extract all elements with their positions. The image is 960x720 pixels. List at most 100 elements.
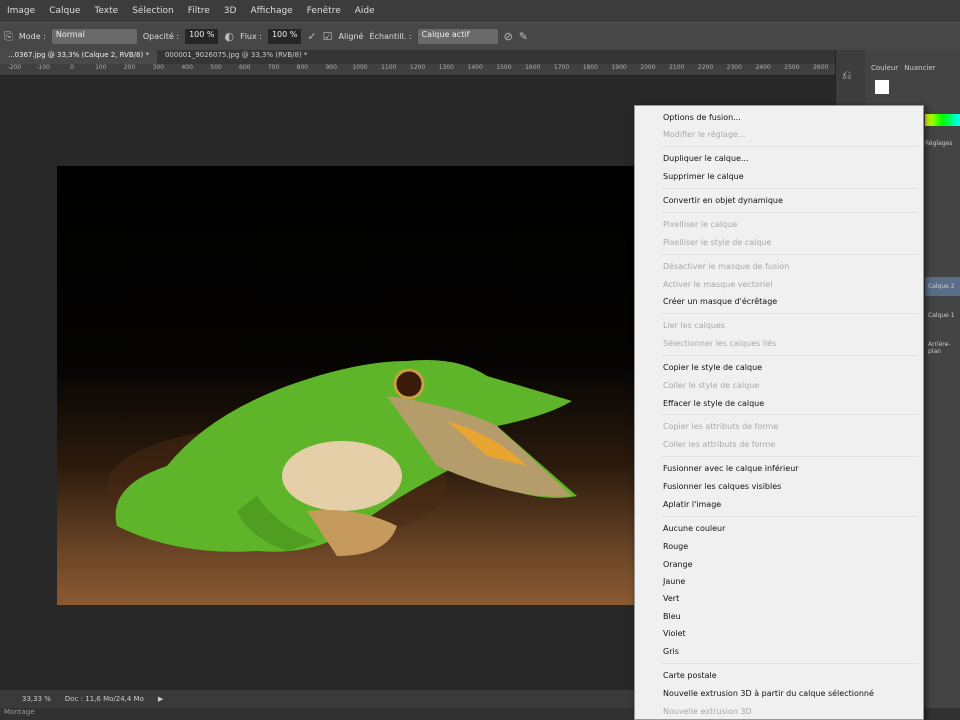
context-menu-item[interactable]: Créer un masque d'écrêtage xyxy=(663,296,777,307)
ruler-tick: 2600 xyxy=(813,64,829,71)
menu-1[interactable]: Calque xyxy=(42,6,87,16)
document-size: Doc : 11,6 Mo/24,4 Mo xyxy=(64,695,144,703)
menu-0[interactable]: Image xyxy=(0,6,42,16)
ruler-tick: 1900 xyxy=(611,64,627,71)
menu-8[interactable]: Aide xyxy=(348,6,382,16)
ignore-adjustment-icon[interactable]: ⊘ xyxy=(504,30,513,43)
context-menu-item[interactable]: Copier le style de calque xyxy=(663,362,762,373)
ruler-tick: 2200 xyxy=(697,64,714,71)
ruler-tick: 2400 xyxy=(755,64,771,71)
menu-separator xyxy=(661,355,919,356)
context-menu-item[interactable]: Orange xyxy=(663,559,693,570)
context-menu-item[interactable]: Bleu xyxy=(663,611,681,622)
ruler-tick: 1400 xyxy=(467,64,483,71)
context-menu-item: Lier les calques xyxy=(663,321,726,330)
menu-separator xyxy=(661,516,919,517)
aligned-checkbox[interactable]: ☑ xyxy=(323,30,333,43)
context-menu-item[interactable]: Rouge xyxy=(663,541,688,552)
context-menu-item[interactable]: Violet xyxy=(663,628,686,639)
menu-4[interactable]: Filtre xyxy=(181,6,217,16)
ruler-tick: 1600 xyxy=(525,64,541,71)
mode-select[interactable]: Normal xyxy=(51,29,137,44)
flow-input[interactable]: 100 % xyxy=(267,29,302,44)
frog-crocodile-image[interactable] xyxy=(57,166,635,605)
ruler-tick: 300 xyxy=(152,64,165,71)
menu-separator xyxy=(661,188,919,189)
ruler-tick: 2300 xyxy=(726,64,742,71)
aligned-label: Aligné xyxy=(338,32,364,41)
context-menu-item[interactable]: Gris xyxy=(663,646,679,657)
ruler-tick: 2100 xyxy=(669,64,685,71)
ruler-tick: 1000 xyxy=(352,64,368,71)
context-menu-item: Pixelliser le style de calque xyxy=(663,238,772,247)
document-tabs: ...0367.jpg @ 33,3% (Calque 2, RVB/8) * … xyxy=(0,50,835,64)
menu-5[interactable]: 3D xyxy=(217,6,244,16)
context-menu-item[interactable]: Vert xyxy=(663,593,679,604)
tab-document-1[interactable]: ...0367.jpg @ 33,3% (Calque 2, RVB/8) * xyxy=(0,50,157,64)
options-bar: ⎘ Mode : Normal Opacité : 100 % ◐ Flux :… xyxy=(0,22,960,50)
ruler-tick: 900 xyxy=(325,64,337,71)
ruler-tick: 1700 xyxy=(553,64,570,71)
ruler-tick: 2000 xyxy=(640,64,656,71)
context-menu-item: Coller les attributs de forme xyxy=(663,440,776,449)
context-menu-item: Coller le style de calque xyxy=(663,381,760,390)
context-menu-item: Nouvelle extrusion 3D xyxy=(663,707,752,716)
menu-2[interactable]: Texte xyxy=(87,6,125,16)
context-menu-item[interactable]: Carte postale xyxy=(663,670,717,681)
context-menu-item: Modifier le réglage... xyxy=(663,130,746,139)
menu-3[interactable]: Sélection xyxy=(125,6,180,16)
menu-7[interactable]: Fenêtre xyxy=(300,6,348,16)
ruler-tick: 500 xyxy=(210,64,222,71)
pressure-opacity-icon[interactable]: ◐ xyxy=(224,30,234,43)
foreground-color-swatch[interactable] xyxy=(875,80,889,94)
menu-separator xyxy=(661,313,919,314)
menu-separator xyxy=(661,456,919,457)
context-menu-item[interactable]: Fusionner avec le calque inférieur xyxy=(663,463,799,474)
horizontal-ruler: -200 -100 0 100 200 300 400 500 600 700 800 900 1000… xyxy=(0,64,835,76)
zoom-level[interactable]: 33,33 % xyxy=(22,695,51,703)
tab-swatches[interactable]: Nuancier xyxy=(904,64,935,72)
opacity-input[interactable]: 100 % xyxy=(185,29,219,44)
layer-row-selected[interactable]: Calque 2 xyxy=(925,277,960,296)
menu-bar: Image Calque Texte Sélection Filtre 3D Afficha… xyxy=(0,0,960,22)
history-icon[interactable]: ⎌ xyxy=(842,68,859,83)
tab-document-2[interactable]: 000001_9026075.jpg @ 33,3% (RVB/8) * xyxy=(157,50,315,64)
adjustments-title: Réglages xyxy=(925,140,953,147)
status-arrow-icon[interactable]: ▶ xyxy=(158,695,163,703)
mode-label: Mode : xyxy=(18,32,46,41)
layer-row[interactable]: Arrière-plan xyxy=(925,335,960,361)
context-menu-item[interactable]: Options de fusion... xyxy=(663,112,741,123)
context-menu-item[interactable]: Convertir en objet dynamique xyxy=(663,195,783,206)
context-menu-item[interactable]: Effacer le style de calque xyxy=(663,398,764,409)
context-menu-item[interactable]: Aplatir l'image xyxy=(663,499,721,510)
ruler-tick: 0 xyxy=(70,64,74,71)
sample-select[interactable]: Calque actif xyxy=(417,29,498,44)
ruler-tick: 1800 xyxy=(582,64,598,71)
ruler-tick: 1500 xyxy=(496,64,512,71)
ruler-tick: 800 xyxy=(296,64,309,71)
context-menu-item[interactable]: Dupliquer le calque... xyxy=(663,153,749,164)
ruler-tick: 100 xyxy=(95,64,107,71)
pressure-size-icon[interactable]: ✎ xyxy=(519,30,528,43)
context-menu-item: Copier les attributs de forme xyxy=(663,422,779,431)
context-menu-item[interactable]: Supprimer le calque xyxy=(663,171,744,182)
ruler-tick: 2500 xyxy=(784,64,800,71)
menu-separator xyxy=(661,212,919,213)
ruler-tick: 600 xyxy=(239,64,251,71)
airbrush-icon[interactable]: ✓ xyxy=(307,30,316,43)
layer-row[interactable]: Calque 1 xyxy=(925,306,960,325)
tab-color[interactable]: Couleur xyxy=(871,64,898,72)
ruler-tick: 400 xyxy=(181,64,193,71)
frog-illustration xyxy=(107,360,578,556)
menu-separator xyxy=(661,414,919,415)
context-menu-item[interactable]: Nouvelle extrusion 3D à partir du calque… xyxy=(663,688,874,699)
context-menu-item[interactable]: Jaune xyxy=(663,576,685,587)
menu-separator xyxy=(661,146,919,147)
context-menu-item[interactable]: Fusionner les calques visibles xyxy=(663,481,781,492)
context-menu-item[interactable]: Aucune couleur xyxy=(663,523,725,534)
context-menu-item: Pixelliser le calque xyxy=(663,220,738,229)
menu-6[interactable]: Affichage xyxy=(243,6,299,16)
color-ramp[interactable] xyxy=(925,114,960,126)
stamp-tool-icon[interactable]: ⎘ xyxy=(4,30,13,44)
ruler-tick: 1200 xyxy=(409,64,426,71)
